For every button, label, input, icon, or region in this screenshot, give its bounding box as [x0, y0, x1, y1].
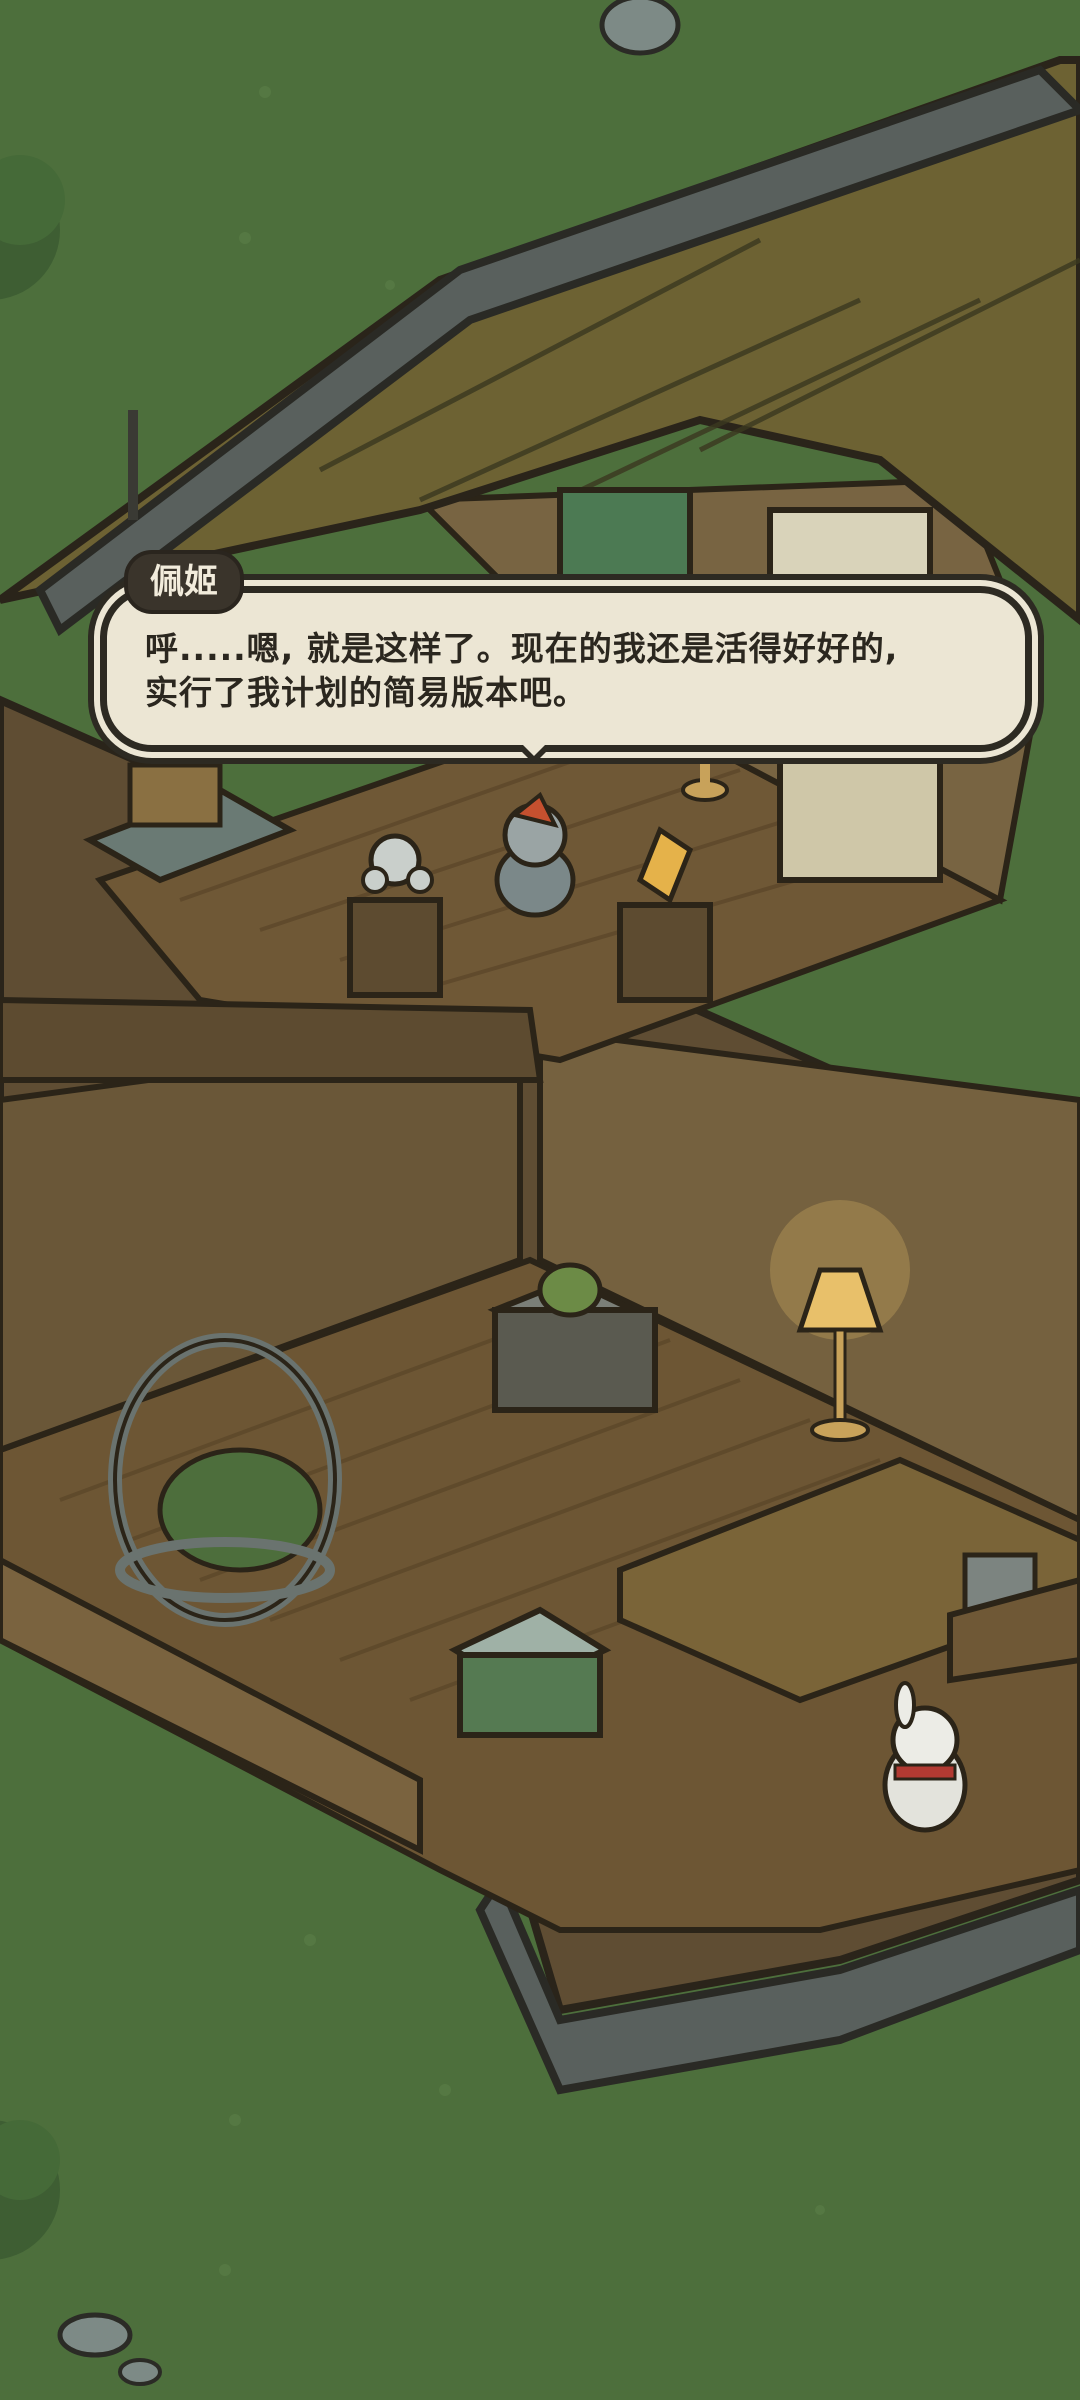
bulletin-board: [777, 757, 943, 883]
window: [557, 487, 693, 593]
speaker-name-tag: 佩姬: [124, 550, 244, 614]
dialogue-tail-inner: [522, 744, 546, 756]
dialogue-line: 实行了我计划的简易版本吧。: [145, 673, 587, 712]
stone: [599, 0, 681, 56]
dialogue-bubble[interactable]: 呼.....嗯, 就是这样了。现在的我还是活得好好的, 实行了我计划的简易版本吧…: [100, 586, 1032, 752]
game-scene[interactable]: [0, 0, 1080, 2400]
upper-floor-edge: [0, 996, 544, 1083]
dialogue-text: 呼.....嗯, 就是这样了。现在的我还是活得好好的, 实行了我计划的简易版本吧…: [145, 627, 995, 715]
dialogue-line: 呼.....嗯, 就是这样了。现在的我还是活得好好的,: [145, 629, 899, 668]
antenna: [128, 410, 138, 520]
